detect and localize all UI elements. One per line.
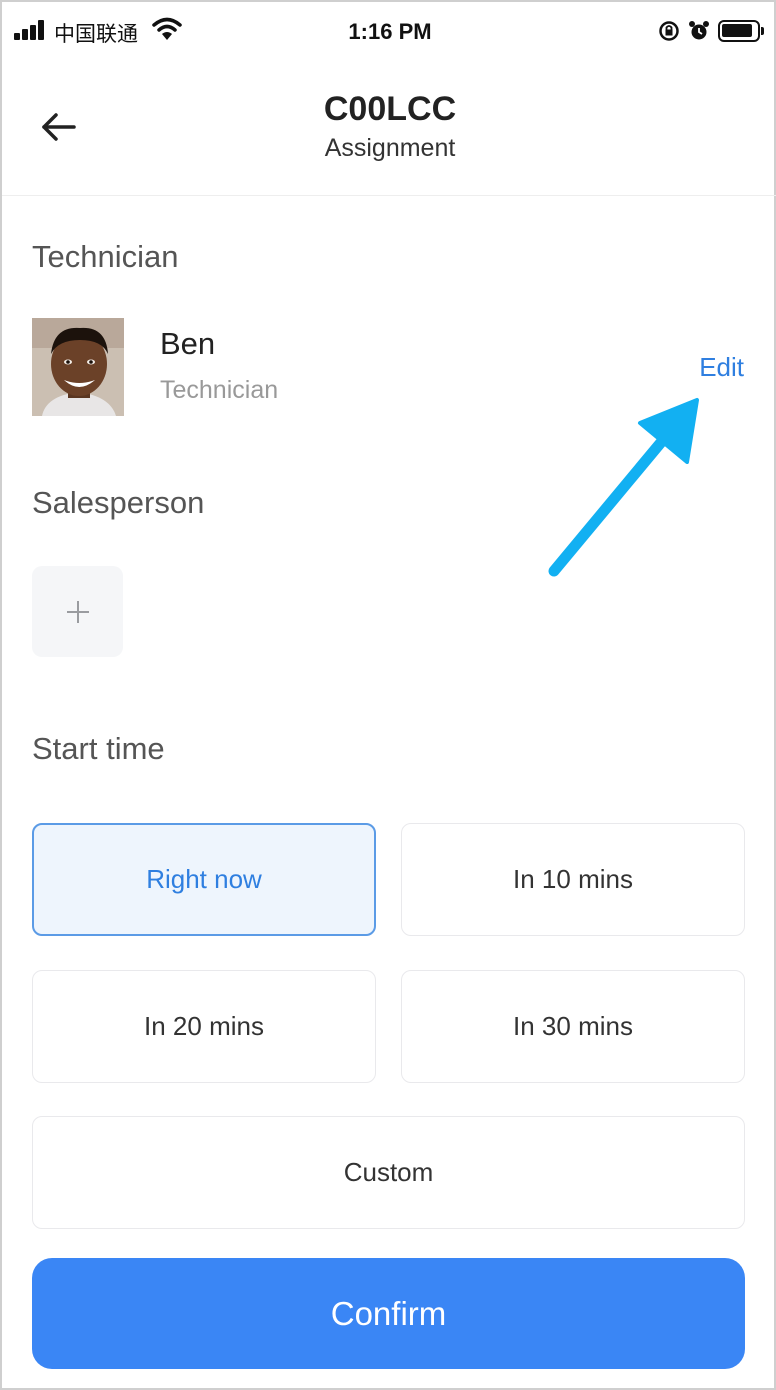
battery-icon <box>718 20 764 42</box>
technician-row: Ben Technician Edit <box>32 318 748 418</box>
nav-bar: C00LCC Assignment <box>2 60 776 196</box>
plus-icon <box>66 600 89 623</box>
status-icons <box>658 17 764 45</box>
start-time-option-20-mins[interactable]: In 20 mins <box>32 970 376 1083</box>
technician-role: Technician <box>160 376 279 404</box>
orientation-lock-icon <box>659 21 679 41</box>
add-salesperson-button[interactable] <box>32 566 123 657</box>
page-title: C00LCC <box>323 90 457 128</box>
screen-frame: 中国联通 1:16 PM C00LCC Assignment Technicia… <box>0 0 776 1390</box>
technician-section-label: Technician <box>32 239 179 274</box>
avatar <box>32 318 124 416</box>
confirm-button[interactable]: Confirm <box>32 1258 745 1369</box>
start-time-option-right-now[interactable]: Right now <box>32 823 376 936</box>
page-subtitle: Assignment <box>324 134 456 162</box>
alarm-icon <box>689 21 709 40</box>
start-time-option-custom[interactable]: Custom <box>32 1116 745 1229</box>
start-time-option-10-mins[interactable]: In 10 mins <box>401 823 745 936</box>
status-bar: 中国联通 1:16 PM <box>2 2 776 60</box>
salesperson-section-label: Salesperson <box>32 485 205 520</box>
edit-technician-button[interactable]: Edit <box>699 352 744 383</box>
start-time-section-label: Start time <box>32 731 165 766</box>
start-time-option-30-mins[interactable]: In 30 mins <box>401 970 745 1083</box>
technician-name: Ben <box>160 326 216 361</box>
